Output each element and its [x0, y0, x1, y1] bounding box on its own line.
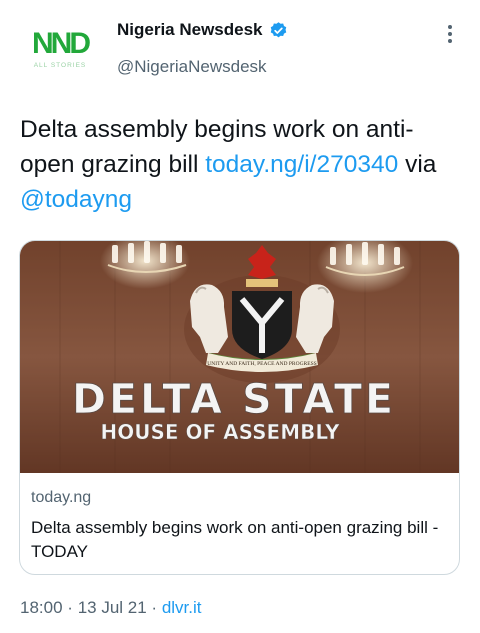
- author-handle[interactable]: @NigeriaNewsdesk: [117, 57, 267, 77]
- author-name-row[interactable]: Nigeria Newsdesk: [117, 20, 288, 40]
- meta-separator: ·: [67, 598, 73, 617]
- tweet-text: Delta assembly begins work on anti-open …: [20, 112, 460, 217]
- card-title: Delta assembly begins work on anti-open …: [31, 518, 439, 561]
- image-line1: DELTA STATE: [72, 375, 396, 423]
- tweet-link[interactable]: today.ng/i/270340: [205, 151, 398, 178]
- nnd-logo: NND ALL STORIES: [32, 27, 93, 69]
- image-line2: HOUSE OF ASSEMBLY: [101, 420, 340, 444]
- card-image[interactable]: UNITY AND FAITH, PEACE AND PROGRESS DELT…: [20, 241, 459, 473]
- verified-badge-icon: [269, 21, 288, 40]
- avatar-logo-subtext: ALL STORIES: [34, 62, 87, 69]
- tweet-via: via: [405, 151, 437, 178]
- card-domain: today.ng: [31, 489, 92, 506]
- tweet-source-link[interactable]: dlvr.it: [162, 598, 202, 617]
- tweet-time[interactable]: 18:00: [20, 598, 63, 617]
- more-options-icon[interactable]: [440, 22, 460, 48]
- avatar[interactable]: NND ALL STORIES: [20, 20, 100, 76]
- author-display-name[interactable]: Nigeria Newsdesk: [117, 20, 263, 40]
- tweet-mention[interactable]: @todayng: [20, 186, 132, 213]
- meta-separator: ·: [151, 598, 158, 617]
- tweet-meta: 18:00 · 13 Jul 21 · dlvr.it: [20, 598, 202, 618]
- coat-of-arms-motto: UNITY AND FAITH, PEACE AND PROGRESS: [207, 361, 316, 367]
- tweet-date[interactable]: 13 Jul 21: [78, 598, 147, 617]
- avatar-logo-text: NND: [32, 27, 90, 60]
- link-card[interactable]: UNITY AND FAITH, PEACE AND PROGRESS DELT…: [19, 240, 460, 575]
- assembly-photo: UNITY AND FAITH, PEACE AND PROGRESS DELT…: [20, 241, 459, 473]
